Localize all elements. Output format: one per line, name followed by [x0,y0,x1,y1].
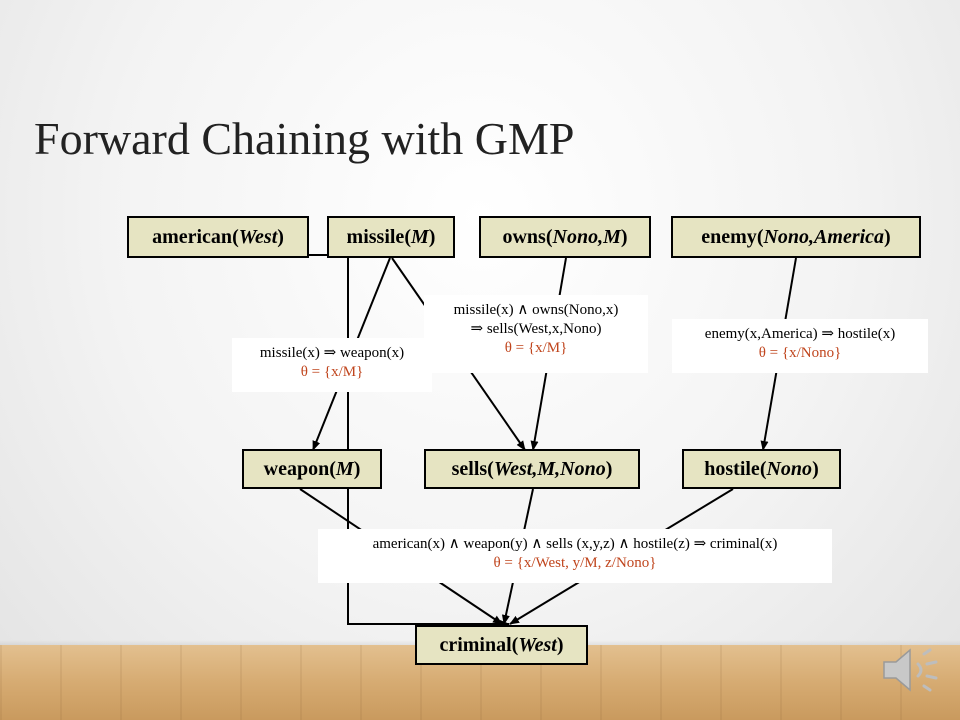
node-criminal-args: West [518,633,557,656]
node-enemy: enemy(Nono,America) [671,216,921,258]
node-american-pred: american [152,225,233,248]
rule-hostile-text: enemy(x,America) ⇒ hostile(x) [704,326,896,342]
node-missile: missile(M) [327,216,455,258]
rule-criminal: american(x) ∧ weapon(y) ∧ sells (x,y,z) … [318,529,832,583]
rule-criminal-theta: θ = {x/West, y/M, z/Nono} [493,555,657,571]
node-enemy-args: Nono,America [763,225,885,248]
node-weapon: weapon(M) [242,449,382,489]
node-owns-args: Nono,M [552,225,621,248]
node-missile-pred: missile [346,225,405,248]
node-hostile-pred: hostile [704,457,760,480]
rule-criminal-text: american(x) ∧ weapon(y) ∧ sells (x,y,z) … [372,536,778,552]
rule-sells: missile(x) ∧ owns(Nono,x) ⇒ sells(West,x… [424,295,648,373]
node-criminal-pred: criminal [439,633,512,656]
rule-weapon-text: missile(x) ⇒ weapon(x) [259,345,405,361]
node-weapon-pred: weapon [263,457,330,480]
node-american: american(West) [127,216,309,258]
rule-weapon-theta: θ = {x/M} [300,364,364,380]
rule-weapon: missile(x) ⇒ weapon(x) θ = {x/M} [232,338,432,392]
node-criminal: criminal(West) [415,625,588,665]
speaker-icon[interactable] [880,642,944,698]
node-american-args: West [238,225,278,248]
node-owns-pred: owns [502,225,546,248]
node-enemy-pred: enemy [701,225,757,248]
rule-sells-line1: missile(x) ∧ owns(Nono,x) [453,302,619,318]
node-sells-args: West,M,Nono [493,457,606,480]
rule-hostile-theta: θ = {x/Nono} [758,345,842,361]
node-weapon-args: M [335,457,354,480]
node-sells: sells(West,M,Nono) [424,449,640,489]
node-owns: owns(Nono,M) [479,216,651,258]
rule-hostile: enemy(x,America) ⇒ hostile(x) θ = {x/Non… [672,319,928,373]
node-missile-args: M [410,225,429,248]
rule-sells-theta: θ = {x/M} [504,340,568,356]
rule-sells-line2: ⇒ sells(West,x,Nono) [470,321,602,337]
node-sells-pred: sells [451,457,488,480]
node-hostile-args: Nono [766,457,813,480]
node-hostile: hostile(Nono) [682,449,841,489]
